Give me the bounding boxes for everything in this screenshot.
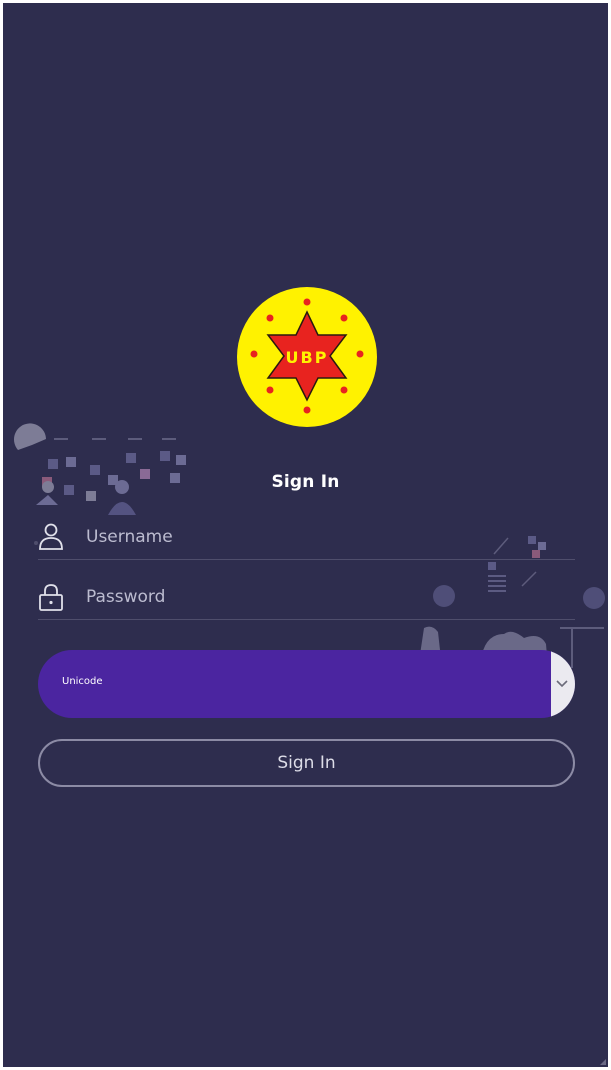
username-input[interactable] (84, 519, 568, 555)
ubp-logo: UBP (236, 286, 378, 428)
ubp-emblem-icon: UBP (237, 287, 377, 427)
encoding-select[interactable]: Unicode (38, 650, 575, 718)
user-icon (39, 523, 63, 550)
login-screen: UBP Sign In Unicode Sign In (3, 3, 608, 1067)
password-input[interactable] (84, 579, 568, 615)
password-field[interactable] (38, 571, 575, 620)
chevron-down-icon (556, 680, 568, 688)
lock-icon (39, 584, 63, 611)
sign-in-title: Sign In (271, 472, 340, 492)
encoding-select-value: Unicode (62, 676, 103, 687)
resize-grip-icon (600, 1059, 606, 1065)
username-field[interactable] (38, 511, 575, 560)
sign-in-button[interactable]: Sign In (38, 739, 575, 787)
logo-text: UBP (286, 348, 329, 367)
